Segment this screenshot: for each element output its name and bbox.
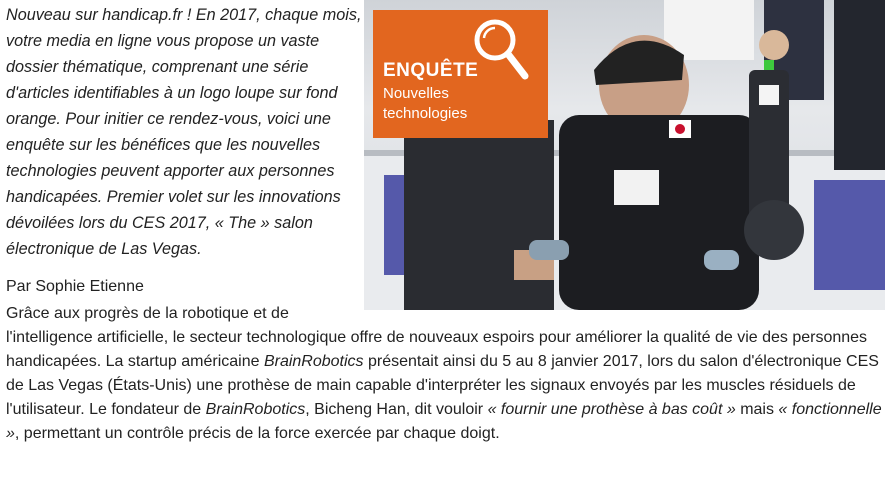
article-byline: Par Sophie Etienne [6, 278, 144, 295]
badge-title: ENQUÊTE [383, 60, 479, 81]
body-first-line: Grâce aux progrès de la robotique et de [6, 305, 289, 322]
quote: « fournir une prothèse à bas coût » [487, 401, 736, 418]
brand-name: BrainRobotics [205, 401, 306, 418]
magnifier-icon [471, 16, 531, 87]
body-text: mais [735, 401, 779, 418]
article-body: Grâce aux progrès de la robotique et de … [6, 302, 883, 446]
brand-name: BrainRobotics [263, 353, 364, 370]
enquete-badge: ENQUÊTE Nouvelles technologies [373, 10, 548, 138]
article-intro: Nouveau sur handicap.fr ! En 2017, chaqu… [6, 6, 362, 258]
body-text: , Bicheng Han, dit vouloir [305, 401, 488, 418]
body-text: , permettant un contrôle précis de la fo… [14, 425, 500, 442]
badge-subtitle: Nouvelles technologies [383, 85, 468, 122]
